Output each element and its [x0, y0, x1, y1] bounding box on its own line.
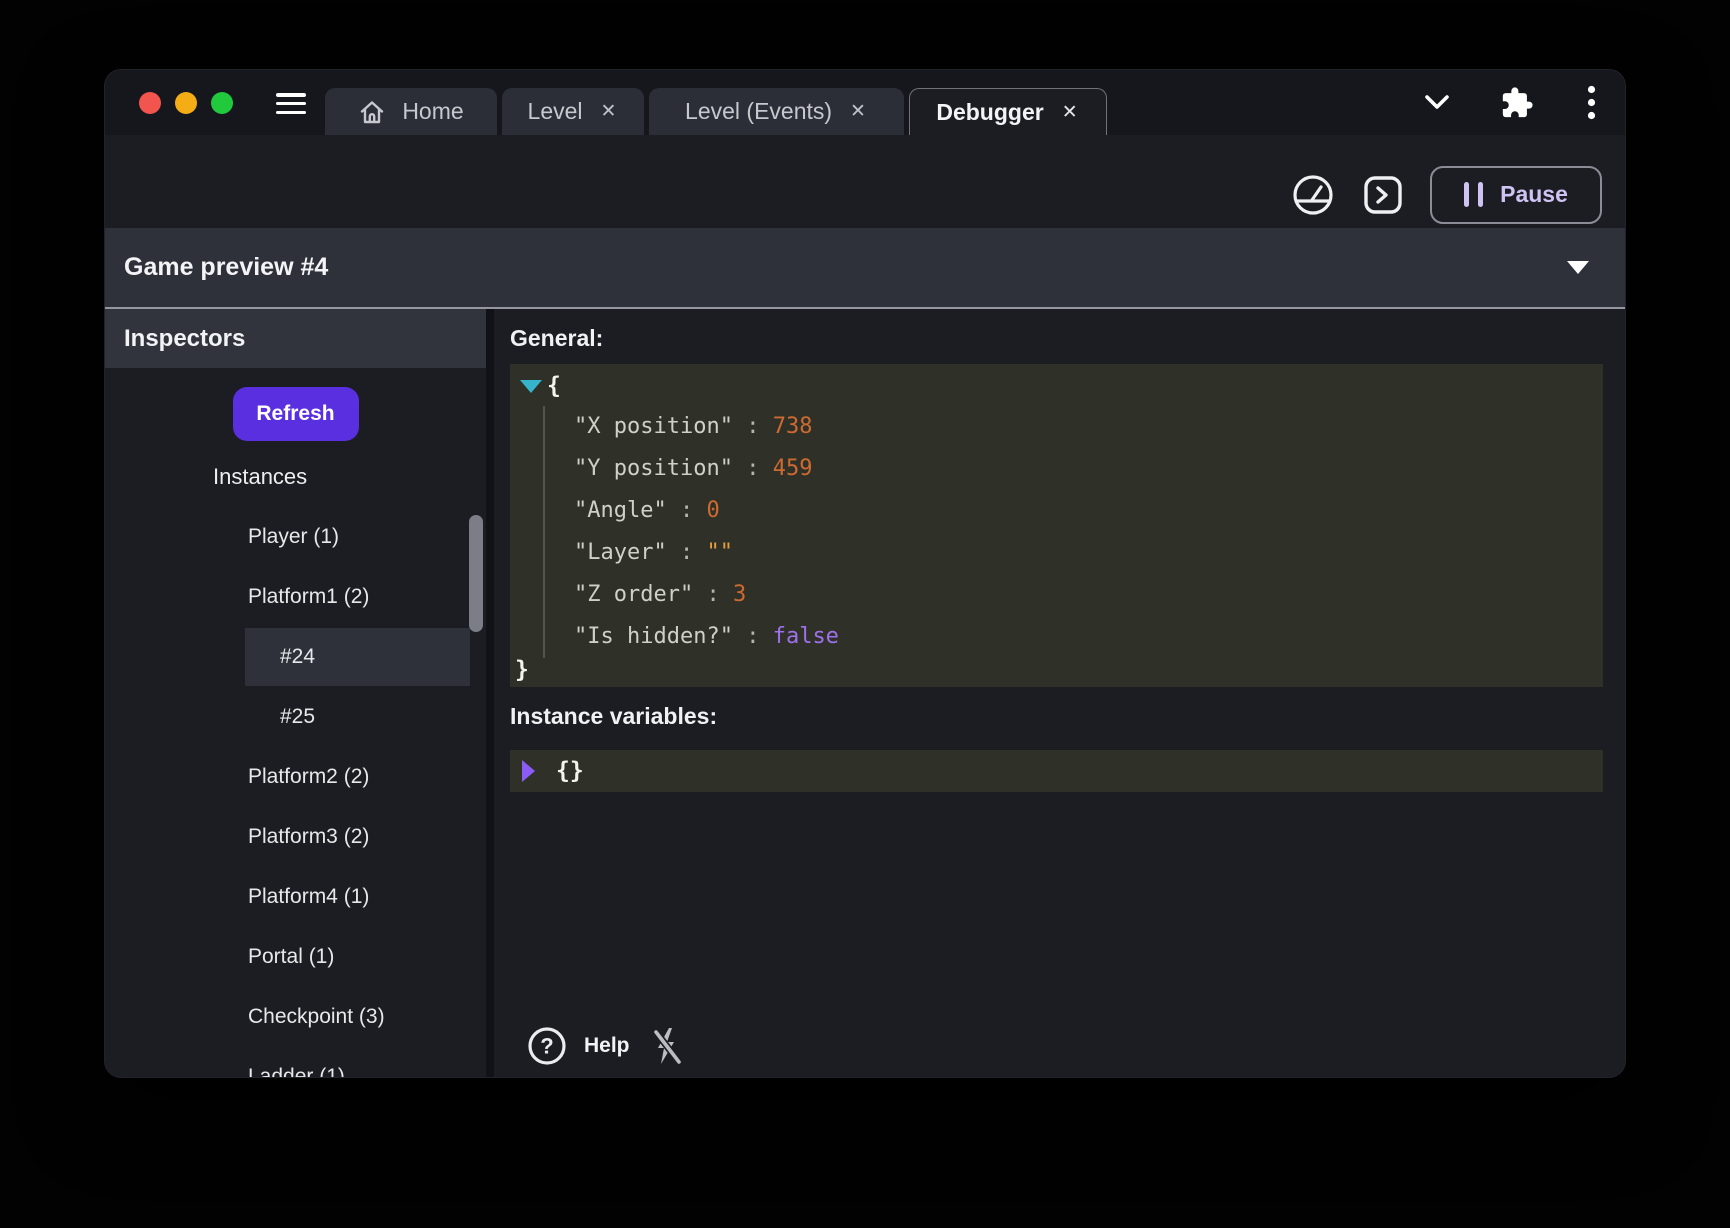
- pause-button-label: Pause: [1500, 181, 1568, 208]
- inspectors-sidebar: Inspectors Refresh Instances Player (1) …: [105, 309, 486, 1077]
- close-brace: }: [515, 657, 529, 683]
- refresh-button[interactable]: Refresh: [233, 387, 359, 441]
- desktop: { "window_controls": { "close": "red", "…: [0, 0, 1730, 1228]
- instance-item-ladder[interactable]: Ladder (1): [105, 1047, 486, 1077]
- tab-label: Level: [528, 98, 583, 125]
- tab-label: Home: [402, 98, 463, 125]
- panel-divider: [486, 309, 494, 1077]
- help-row: ? Help: [526, 1025, 688, 1067]
- close-tab-icon[interactable]: ✕: [848, 100, 868, 123]
- tab-label: Level (Events): [685, 98, 832, 125]
- property-row-x-position: X position738: [574, 406, 1603, 448]
- tab-level-events[interactable]: Level (Events) ✕: [649, 88, 904, 135]
- flash-off-icon[interactable]: [646, 1025, 688, 1067]
- kebab-menu-icon[interactable]: [1557, 85, 1625, 120]
- open-brace: {: [547, 373, 561, 399]
- property-row-is-hidden: Is hidden?false: [574, 616, 1603, 658]
- general-json-view: { X position738 Y position459 Angle0 Lay…: [510, 364, 1603, 687]
- instance-item-platform4[interactable]: Platform4 (1): [105, 867, 486, 927]
- inspector-panel: General: { X position738 Y position459 A…: [494, 309, 1625, 1077]
- instance-item-portal[interactable]: Portal (1): [105, 927, 486, 987]
- collapse-triangle-icon[interactable]: [520, 380, 542, 393]
- instance-variables-json-view: {}: [510, 750, 1603, 792]
- property-list: X position738 Y position459 Angle0 Layer…: [543, 406, 1603, 658]
- instance-variables-label: Instance variables:: [510, 703, 1603, 730]
- general-section-label: General:: [510, 325, 1603, 352]
- profiler-icon[interactable]: [1290, 172, 1336, 218]
- pause-icon: [1464, 182, 1483, 207]
- dropdown-caret-icon[interactable]: [1567, 261, 1589, 274]
- instance-item-checkpoint[interactable]: Checkpoint (3): [105, 987, 486, 1047]
- main-menu-button[interactable]: [276, 93, 306, 114]
- property-row-angle: Angle0: [574, 490, 1603, 532]
- expand-triangle-icon[interactable]: [522, 760, 535, 782]
- console-icon[interactable]: [1362, 174, 1404, 216]
- tab-home[interactable]: Home: [325, 88, 497, 135]
- instance-variables-value: {}: [510, 750, 1603, 792]
- svg-text:?: ?: [540, 1034, 553, 1059]
- hamburger-icon: [276, 93, 306, 97]
- tab-debugger[interactable]: Debugger ✕: [909, 88, 1107, 135]
- close-tab-icon[interactable]: ✕: [1060, 101, 1080, 124]
- sidebar-scrollbar-thumb[interactable]: [469, 515, 483, 632]
- game-preview-header[interactable]: Game preview #4: [105, 228, 1625, 309]
- chevron-down-icon[interactable]: [1397, 95, 1477, 110]
- app-window: Home Level ✕ Level (Events) ✕ Debugger ✕: [105, 70, 1625, 1077]
- tab-bar: Home Level ✕ Level (Events) ✕ Debugger ✕: [105, 70, 1625, 135]
- tab-strip: Home Level ✕ Level (Events) ✕ Debugger ✕: [325, 88, 1107, 135]
- close-tab-icon[interactable]: ✕: [599, 100, 619, 123]
- property-row-layer: Layer"": [574, 532, 1603, 574]
- pause-button[interactable]: Pause: [1430, 166, 1602, 224]
- maximize-window-button[interactable]: [211, 92, 233, 114]
- help-icon[interactable]: ?: [526, 1025, 568, 1067]
- instance-item-platform3[interactable]: Platform3 (2): [105, 807, 486, 867]
- minimize-window-button[interactable]: [175, 92, 197, 114]
- instance-item-24-selected[interactable]: #24: [105, 627, 486, 687]
- window-controls: [139, 92, 233, 114]
- extensions-puzzle-icon[interactable]: [1477, 86, 1557, 120]
- topbar-actions: [1397, 70, 1625, 135]
- preview-title: Game preview #4: [124, 253, 328, 282]
- home-icon: [358, 98, 386, 126]
- debugger-content: Inspectors Refresh Instances Player (1) …: [105, 309, 1625, 1077]
- inspectors-header: Inspectors: [105, 309, 486, 368]
- instance-item-player[interactable]: Player (1): [105, 507, 486, 567]
- instance-item-platform1[interactable]: Platform1 (2): [105, 567, 486, 627]
- property-row-y-position: Y position459: [574, 448, 1603, 490]
- instance-item-25[interactable]: #25: [105, 687, 486, 747]
- tab-label: Debugger: [936, 99, 1043, 126]
- instance-item-platform2[interactable]: Platform2 (2): [105, 747, 486, 807]
- tab-level[interactable]: Level ✕: [502, 88, 644, 135]
- help-label: Help: [584, 1034, 630, 1058]
- close-window-button[interactable]: [139, 92, 161, 114]
- debugger-toolbar: Pause: [105, 135, 1625, 228]
- property-row-z-order: Z order3: [574, 574, 1603, 616]
- instances-group-label[interactable]: Instances: [105, 447, 486, 507]
